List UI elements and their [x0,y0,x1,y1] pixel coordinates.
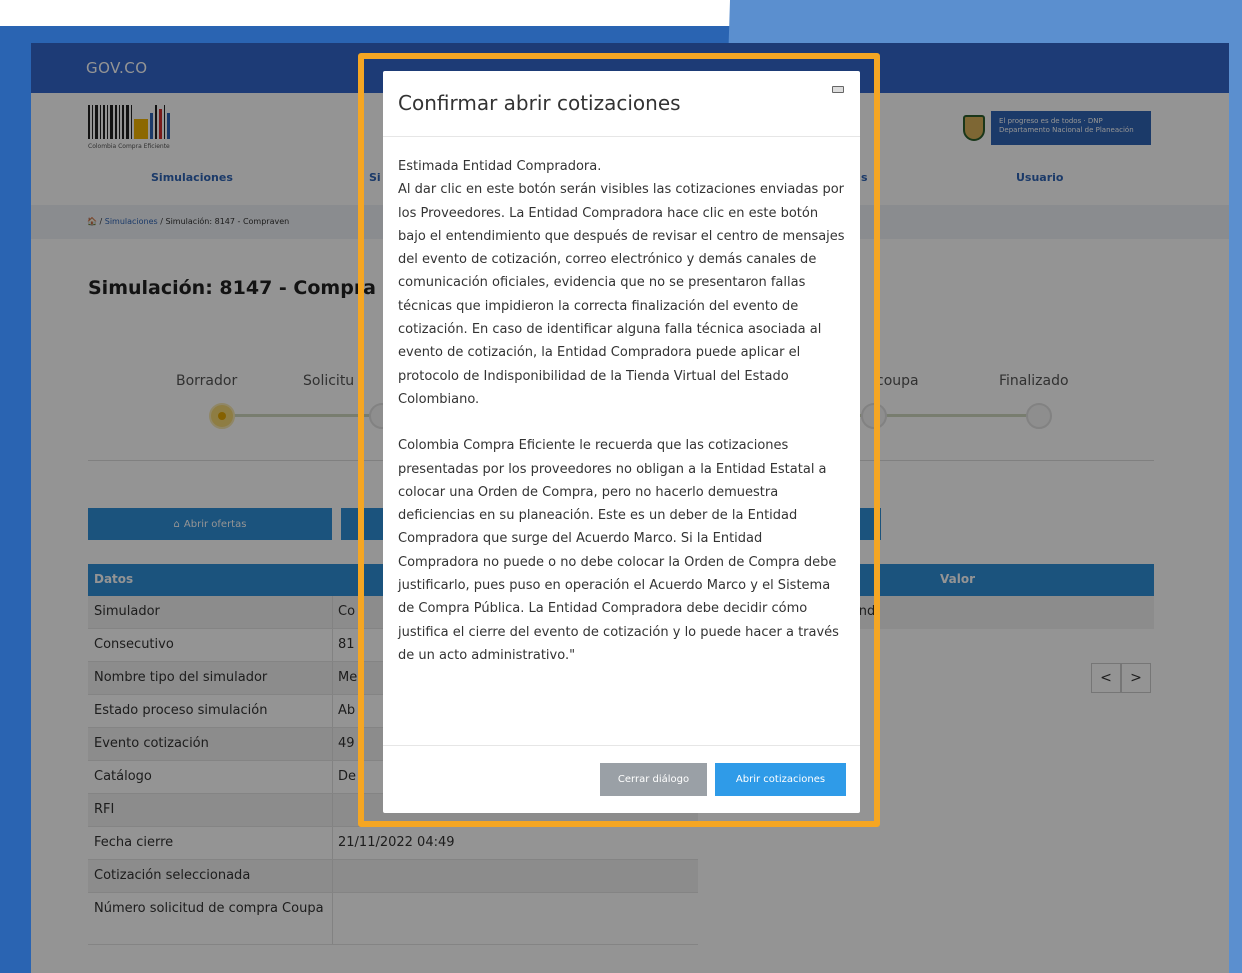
minimize-icon[interactable] [832,86,844,93]
dialog-header: Confirmar abrir cotizaciones [383,71,860,137]
dialog-body: Estimada Entidad Compradora. Al dar clic… [383,137,860,667]
open-quotes-button[interactable]: Abrir cotizaciones [715,763,846,796]
confirm-dialog: Confirmar abrir cotizaciones Estimada En… [383,71,860,813]
dialog-footer: Cerrar diálogo Abrir cotizaciones [383,745,860,813]
close-dialog-button[interactable]: Cerrar diálogo [600,763,707,796]
dialog-title: Confirmar abrir cotizaciones [398,91,681,115]
dialog-paragraph-2: Colombia Compra Eficiente le recuerda qu… [398,438,839,663]
dialog-paragraph-1: Estimada Entidad Compradora. Al dar clic… [398,159,845,407]
